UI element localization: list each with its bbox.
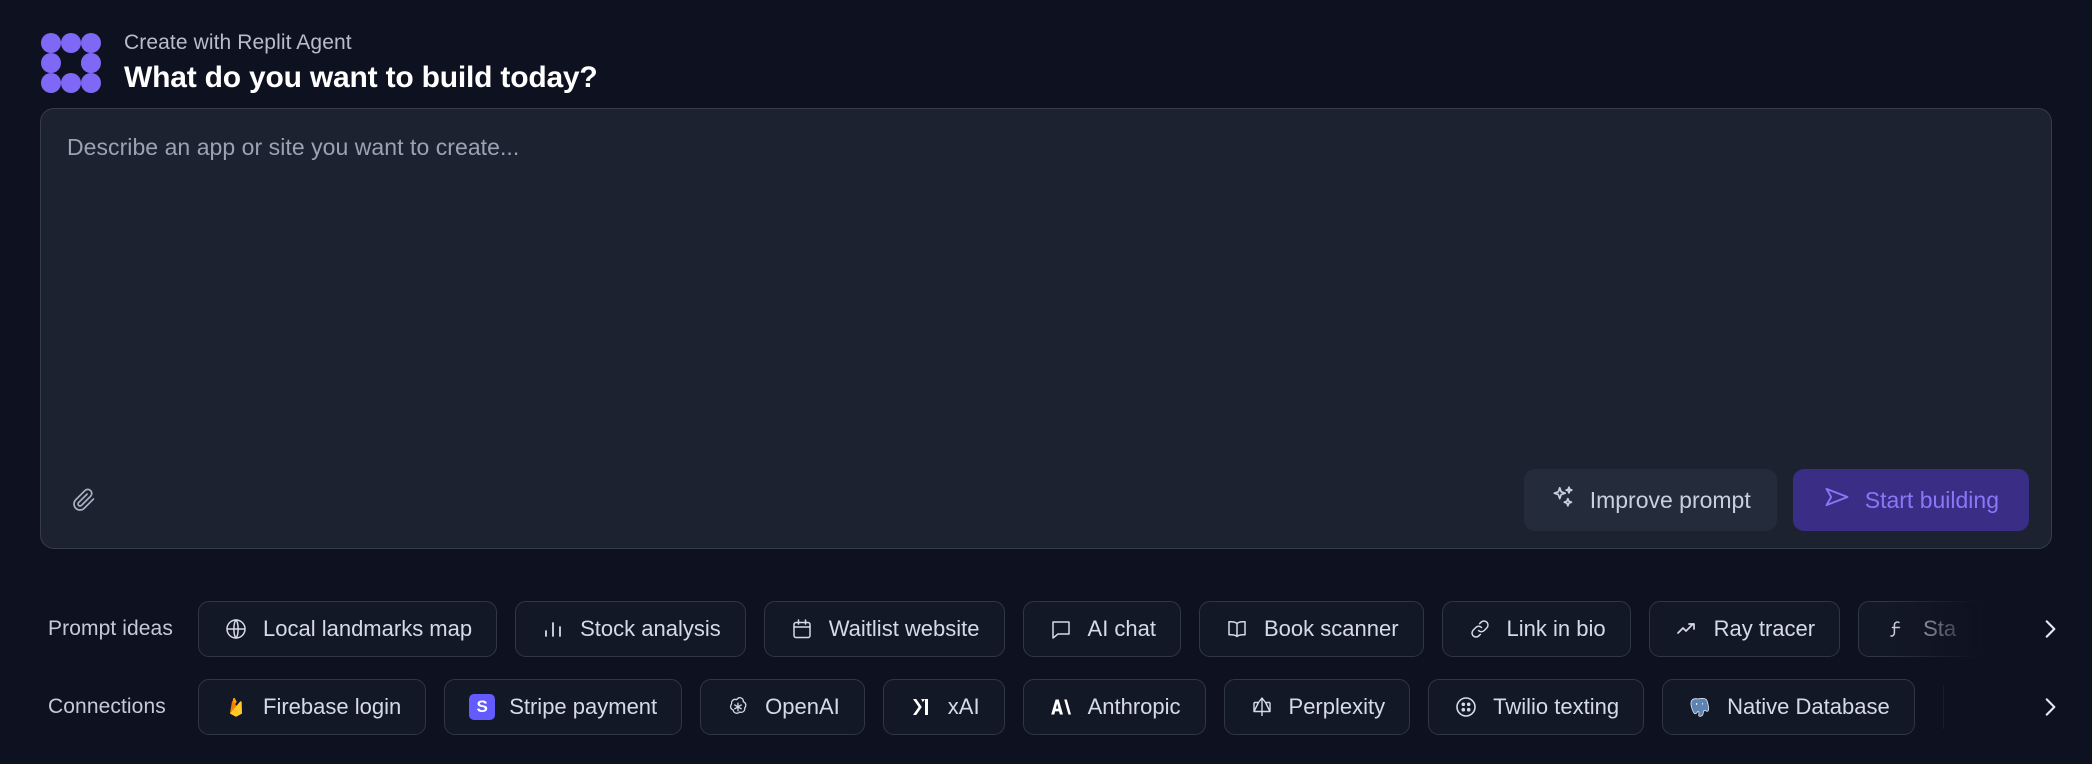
prompt-chip-book-scanner[interactable]: Book scanner xyxy=(1199,601,1424,657)
replit-logo xyxy=(40,32,102,94)
chip-label: Link in bio xyxy=(1506,616,1606,641)
chip-label: Twilio texting xyxy=(1493,694,1620,719)
connection-chip-openai[interactable]: OpenAI xyxy=(700,679,865,735)
xai-icon xyxy=(908,694,934,720)
connection-chip-stripe-payment[interactable]: S Stripe payment xyxy=(444,679,683,735)
replit-agent-home: Create with Replit Agent What do you wan… xyxy=(0,0,2092,764)
composer-actions: Improve prompt Start building xyxy=(1523,469,2029,531)
connections-track: Firebase login S Stripe payment OpenAI x… xyxy=(198,668,2092,746)
prompt-chip-local-landmarks-map[interactable]: Local landmarks map xyxy=(198,601,498,657)
prompt-ideas-chips: Local landmarks map Stock analysis Waitl… xyxy=(198,601,1982,657)
chip-label: xAI xyxy=(947,694,980,719)
chip-label: Ray tracer xyxy=(1713,616,1816,641)
chip-label: AI chat xyxy=(1087,616,1156,641)
perplexity-icon xyxy=(1249,694,1275,720)
connections-divider xyxy=(1942,685,1944,729)
firebase-icon xyxy=(223,694,249,720)
header-text-block: Create with Replit Agent What do you wan… xyxy=(124,31,598,96)
connections-label: Connections xyxy=(48,695,166,718)
send-icon xyxy=(1823,483,1851,517)
start-building-label: Start building xyxy=(1864,486,1999,513)
prompt-ideas-next-button[interactable] xyxy=(2028,607,2072,651)
anthropic-icon xyxy=(1048,694,1074,720)
page-eyebrow: Create with Replit Agent xyxy=(124,30,352,54)
prompt-composer[interactable]: Describe an app or site you want to crea… xyxy=(40,108,2052,549)
prompt-ideas-row: Prompt ideas Local landmarks map Stock a… xyxy=(0,590,2092,668)
postgresql-icon xyxy=(1687,694,1713,720)
chip-label: Waitlist website xyxy=(828,616,980,641)
composer-toolbar: Improve prompt Start building xyxy=(41,452,2051,548)
improve-prompt-label: Improve prompt xyxy=(1589,486,1751,513)
page-title: What do you want to build today? xyxy=(124,60,598,94)
chip-label: Anthropic xyxy=(1087,694,1181,719)
connections-row: Connections Firebase login S Stripe paym… xyxy=(0,668,2092,746)
chip-label: Local landmarks map xyxy=(263,616,473,641)
chip-label: Sta xyxy=(1923,616,1957,641)
prompt-input-placeholder[interactable]: Describe an app or site you want to crea… xyxy=(67,134,519,161)
chip-label: Firebase login xyxy=(263,694,402,719)
connections-chips: Firebase login S Stripe payment OpenAI x… xyxy=(198,679,1944,735)
link-icon xyxy=(1467,616,1493,642)
chip-label: Stripe payment xyxy=(509,694,658,719)
chip-label: Native Database xyxy=(1727,694,1890,719)
prompt-chip-link-in-bio[interactable]: Link in bio xyxy=(1441,601,1631,657)
prompt-chip-truncated[interactable]: Sta xyxy=(1858,601,1982,657)
sparkles-icon xyxy=(1550,484,1576,516)
globe-icon xyxy=(223,616,249,642)
chip-label: OpenAI xyxy=(765,694,840,719)
calendar-icon xyxy=(789,616,815,642)
connection-chip-native-database[interactable]: Native Database xyxy=(1662,679,1915,735)
suggestion-rows: Prompt ideas Local landmarks map Stock a… xyxy=(0,590,2092,746)
connections-next-button[interactable] xyxy=(2028,685,2072,729)
prompt-chip-ai-chat[interactable]: AI chat xyxy=(1022,601,1181,657)
prompt-chip-ray-tracer[interactable]: Ray tracer xyxy=(1648,601,1841,657)
improve-prompt-button[interactable]: Improve prompt xyxy=(1523,469,1777,531)
connection-chip-firebase-login[interactable]: Firebase login xyxy=(198,679,427,735)
chip-label: Stock analysis xyxy=(580,616,721,641)
prompt-ideas-label: Prompt ideas xyxy=(48,617,173,640)
bar-chart-icon xyxy=(540,616,566,642)
connection-chip-twilio-texting[interactable]: Twilio texting xyxy=(1428,679,1645,735)
message-square-icon xyxy=(1048,616,1074,642)
prompt-chip-waitlist-website[interactable]: Waitlist website xyxy=(763,601,1005,657)
open-book-icon xyxy=(1224,616,1250,642)
connection-chip-perplexity[interactable]: Perplexity xyxy=(1223,679,1411,735)
prompt-chip-stock-analysis[interactable]: Stock analysis xyxy=(515,601,746,657)
function-icon xyxy=(1883,616,1909,642)
connection-chip-xai[interactable]: xAI xyxy=(882,679,1005,735)
connection-chip-anthropic[interactable]: Anthropic xyxy=(1022,679,1206,735)
trending-up-icon xyxy=(1674,616,1700,642)
chip-label: Perplexity xyxy=(1288,694,1386,719)
start-building-button[interactable]: Start building xyxy=(1792,469,2029,531)
page-header: Create with Replit Agent What do you wan… xyxy=(0,0,2092,108)
openai-icon xyxy=(725,694,751,720)
chip-label: Book scanner xyxy=(1264,616,1399,641)
twilio-icon xyxy=(1453,694,1479,720)
stripe-icon: S xyxy=(469,694,496,720)
prompt-ideas-track: Local landmarks map Stock analysis Waitl… xyxy=(198,590,2092,668)
paperclip-icon[interactable] xyxy=(67,483,101,517)
